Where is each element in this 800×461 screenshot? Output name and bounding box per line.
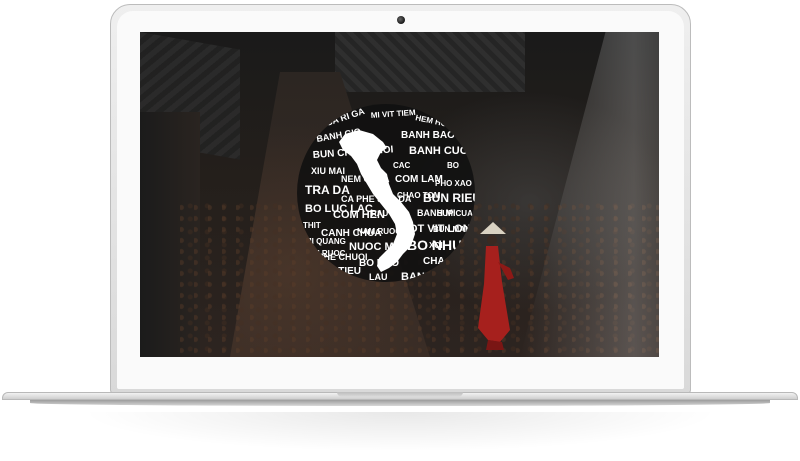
food-word: NAM RUOC (357, 227, 401, 236)
vietnam-food-logo: CA RI GA MI VIT TIEM HEM HOOM BANH GIO BANH … (297, 104, 475, 282)
food-word: XOI (429, 241, 443, 250)
food-word: THIT (303, 221, 321, 230)
opening-notch (337, 392, 463, 397)
food-word: BANH XEO (401, 271, 460, 282)
surface-reflection (80, 412, 720, 452)
food-word: BANH BAO (401, 130, 455, 141)
laptop-mockup: CA RI GA MI VIT TIEM HEM HOOM BANH GIO BANH … (0, 0, 800, 461)
food-word: CA RI GA (325, 106, 367, 128)
screen-glare (520, 32, 659, 357)
screen-display: CA RI GA MI VIT TIEM HEM HOOM BANH GIO BANH … (140, 32, 659, 357)
food-word: SUP CUA (437, 209, 473, 218)
food-word: HU TIEU (321, 266, 361, 277)
food-word: BANH CUON (409, 145, 475, 157)
food-word: HEM HOOM (415, 113, 461, 131)
right-roof (335, 32, 525, 92)
food-word: BO (447, 161, 459, 170)
food-word: XIU MAI (311, 166, 345, 176)
food-word: MI VIT TIEM (371, 108, 417, 120)
food-word: PHO XAO (435, 179, 472, 188)
laptop-base (0, 392, 800, 408)
base-underside (30, 400, 770, 406)
food-word: CAC (393, 161, 411, 170)
conical-hat-icon (480, 222, 506, 234)
food-words-map: CA RI GA MI VIT TIEMHEM HOOMBANH GIO BANH … (301, 106, 475, 282)
webcam-icon (396, 16, 405, 24)
woman-in-ao-dai (478, 222, 514, 350)
food-word: LAU (369, 272, 388, 282)
